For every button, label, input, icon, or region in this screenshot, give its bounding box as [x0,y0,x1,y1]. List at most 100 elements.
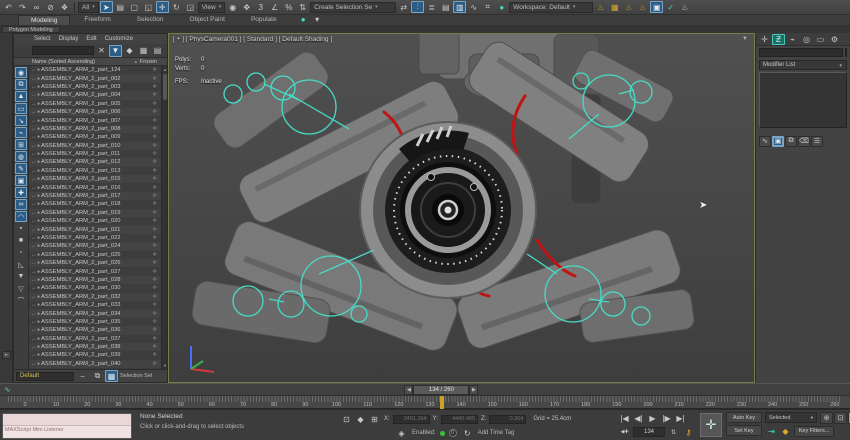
expand-icon[interactable]: ↔ [31,176,36,182]
visibility-icon[interactable]: ● [37,210,40,216]
render-iterative-icon[interactable]: ♨ [622,1,635,13]
menu-select[interactable]: Select [34,36,51,42]
play-button[interactable]: ▶ [646,412,659,424]
key-mode-toggle-icon[interactable]: ◀✚ [618,426,631,438]
visibility-icon[interactable]: ● [37,92,40,98]
expand-icon[interactable]: ↔ [31,327,36,333]
expand-icon[interactable]: ↔ [31,92,36,98]
time-tag-icon[interactable]: ↻ [461,427,474,439]
frozen-toggle-icon[interactable]: ✛ [152,243,157,249]
dock-expand-button[interactable]: ▸ [2,351,11,359]
visibility-icon[interactable]: ● [37,67,40,73]
list-item[interactable]: ↔ ● ASSEMBLY_ARM_2_part_006 ✛ [29,107,161,117]
next-frame-arrow[interactable]: ▶ [469,385,479,395]
expand-icon[interactable]: ↔ [31,143,36,149]
expand-icon[interactable]: ↔ [31,134,36,140]
visibility-icon[interactable]: ● [37,176,40,182]
visibility-icon[interactable]: ● [37,319,40,325]
display-xref-icon[interactable]: ∞ [15,199,27,210]
visibility-icon[interactable]: ● [37,243,40,249]
menu-edit[interactable]: Edit [86,36,96,42]
expand-icon[interactable]: ↔ [31,344,36,350]
frozen-toggle-icon[interactable]: ✛ [152,352,157,358]
go-to-start-button[interactable]: |◀ [618,412,631,424]
display-shapes-icon[interactable]: ▭ [15,103,27,114]
list-item[interactable]: ↔ ● ASSEMBLY_ARM_2_part_002 ✛ [29,74,161,83]
object-name[interactable]: ASSEMBLY_ARM_2_part_037 [41,336,152,342]
object-name[interactable]: ASSEMBLY_ARM_2_part_008 [41,126,152,132]
visibility-icon[interactable]: ● [37,84,40,90]
previous-frame-button[interactable]: ◀| [632,412,645,424]
ribbon-tab-freeform[interactable]: Freeform [72,15,123,25]
visibility-icon[interactable]: ● [37,294,40,300]
isolate-selection-icon[interactable]: ⊡ [340,413,353,425]
expand-icon[interactable]: ↔ [31,118,36,124]
expand-icon[interactable]: ↔ [31,294,36,300]
explorer-config-icon[interactable]: ▦ [105,370,118,382]
expand-icon[interactable]: ↔ [31,235,36,241]
object-name[interactable]: ASSEMBLY_ARM_2_part_034 [41,311,152,317]
macro-recorder-pane[interactable] [3,414,131,426]
select-manipulate-icon[interactable]: ✥ [240,1,253,13]
show-end-result-icon[interactable]: ▣ [772,135,784,147]
expand-icon[interactable]: ↔ [31,109,36,115]
remove-set-button[interactable]: − [76,370,89,382]
visibility-icon[interactable]: ● [37,134,40,140]
display-groups-icon[interactable]: ◠ [15,211,27,222]
visibility-icon[interactable]: ● [37,327,40,333]
list-item[interactable]: ↔ ● ASSEMBLY_ARM_2_part_005 ✛ [29,99,161,108]
select-by-name-icon[interactable]: ▤ [114,1,127,13]
pick-parent-icon[interactable]: ▦ [137,45,150,57]
motion-tab-icon[interactable]: ◎ [800,34,813,45]
selected-dropdown[interactable]: Selected ▾ [765,412,817,423]
expand-icon[interactable]: ↔ [31,218,36,224]
frozen-toggle-icon[interactable]: ✛ [152,76,157,82]
rendered-frame-icon[interactable]: ▦ [608,1,621,13]
frozen-toggle-icon[interactable]: ✛ [152,302,157,308]
ribbon-tab-object-paint[interactable]: Object Paint [177,15,237,25]
lasso-icon[interactable]: ⌒ [15,295,27,306]
visibility-icon[interactable]: ● [37,252,40,258]
open-mini-curve-editor-icon[interactable]: ∿ [4,385,11,394]
list-item[interactable]: ↔ ● ASSEMBLY_ARM_2_part_022 ✛ [29,233,161,243]
filter-funnel-icon[interactable]: ▼ [109,44,122,57]
visibility-icon[interactable]: ● [37,311,40,317]
object-name[interactable]: ASSEMBLY_ARM_2_part_002 [41,76,152,82]
object-name[interactable]: ASSEMBLY_ARM_2_part_032 [41,294,152,300]
frozen-toggle-icon[interactable]: ✛ [152,201,157,207]
expand-icon[interactable]: ↔ [31,193,36,199]
perspective-viewport[interactable]: [ + ] [ PhysCamera001 ] [ Standard ] [ D… [168,33,755,383]
make-unique-icon[interactable]: ⧉ [785,135,797,147]
layer-manager-icon[interactable]: ≣ [425,1,438,13]
list-item[interactable]: ↔ ● ASSEMBLY_ARM_2_part_039 ✛ [29,351,161,360]
time-slider-handle[interactable]: ◀ 134 / 260 ▶ [404,385,479,395]
ribbon-tab-modeling[interactable]: Modeling [18,15,71,25]
explorer-column-header[interactable]: Name (Sorted Ascending) ▲ Frozen [14,57,167,66]
display-cameras-icon[interactable]: ⌁ [15,127,27,138]
y-coordinate-field[interactable]: 4440.485 [441,414,479,424]
hierarchy-tab-icon[interactable]: ⌁ [786,34,799,45]
expand-icon[interactable]: ↔ [31,277,36,283]
object-name[interactable]: ASSEMBLY_ARM_2_part_036 [41,327,152,333]
expand-icon[interactable]: ↔ [31,76,36,82]
visibility-icon[interactable]: ● [37,269,40,275]
object-name[interactable]: ASSEMBLY_ARM_2_part_016 [41,185,152,191]
expand-icon[interactable]: ↔ [31,126,36,132]
previous-frame-arrow[interactable]: ◀ [404,385,414,395]
selection-filter-dropdown[interactable]: All ▾ [78,1,99,13]
visibility-icon[interactable]: ● [37,159,40,165]
frozen-toggle-icon[interactable]: ✛ [152,294,157,300]
display-none-icon[interactable]: ◉ [15,67,27,78]
list-item[interactable]: ↔ ● ASSEMBLY_ARM_2_part_003 ✛ [29,82,161,92]
frozen-toggle-icon[interactable]: ✛ [152,235,157,241]
visibility-icon[interactable]: ● [37,336,40,342]
list-item[interactable]: ↔ ● ASSEMBLY_ARM_2_part_015 ✛ [29,175,161,184]
expand-icon[interactable]: ↔ [31,319,36,325]
modifier-list-dropdown[interactable]: Modifier List ▼ [759,60,847,70]
absolute-mode-icon[interactable]: ⊞ [368,413,381,425]
object-name[interactable]: ASSEMBLY_ARM_2_part_010 [41,143,152,149]
x-coordinate-field[interactable]: 2491.364 [392,414,430,424]
select-link-icon[interactable]: ∞ [30,1,43,13]
list-item[interactable]: ↔ ● ASSEMBLY_ARM_2_part_018 ✛ [29,200,161,209]
undo-icon[interactable]: ↶ [2,1,15,13]
